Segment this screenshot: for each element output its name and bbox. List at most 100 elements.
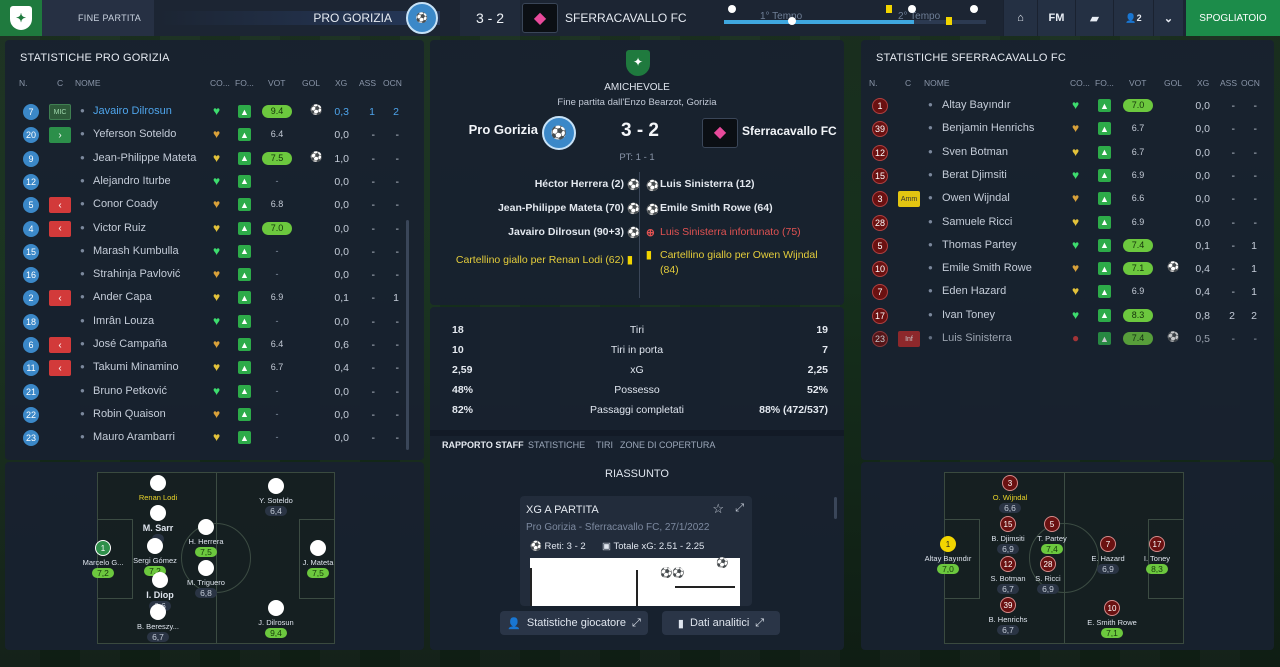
player-name[interactable]: Samuele Ricci — [942, 216, 1012, 228]
player-name[interactable]: Marash Kumbulla — [93, 245, 179, 257]
col-condition[interactable]: CO... — [210, 78, 230, 88]
col-name[interactable]: NOME — [924, 78, 950, 88]
tab-statistiche[interactable]: STATISTICHE — [528, 440, 585, 450]
table-row[interactable]: 23 ● Mauro Arambarri ♥ ▲ - 0,0 - - — [5, 427, 424, 449]
player-name[interactable]: Eden Hazard — [942, 285, 1006, 297]
users-count[interactable]: 👤 2 — [1113, 0, 1153, 36]
col-xg[interactable]: XG — [1197, 78, 1209, 88]
table-row[interactable]: 23 Inf ● Luis Sinisterra ● ▲ 7.4 ⚽ 0,5 - - — [861, 328, 1274, 350]
scrollbar[interactable] — [406, 220, 409, 450]
player-name[interactable]: Yeferson Soteldo — [93, 128, 176, 140]
player-name[interactable]: Alejandro Iturbe — [93, 175, 171, 187]
table-row[interactable]: 12 ● Sven Botman ♥ ▲ 6.7 0,0 - - — [861, 142, 1274, 164]
table-row[interactable]: 2 ‹ ● Ander Capa ♥ ▲ 6.9 0,1 - 1 — [5, 287, 424, 309]
home-icon[interactable]: ⌂ — [1003, 0, 1037, 36]
chevron-down-icon[interactable]: ⌄ — [1153, 0, 1183, 36]
expand-icon[interactable]: ⤢ — [735, 502, 744, 515]
player-name[interactable]: Sven Botman — [942, 146, 1008, 158]
table-row[interactable]: 22 ● Robin Quaison ♥ ▲ - 0,0 - - — [5, 404, 424, 426]
player-name[interactable]: José Campaña — [93, 338, 167, 350]
player-name[interactable]: Luis Sinisterra — [942, 332, 1012, 344]
analytics-button[interactable]: ▮ Dati analitici ⤢ — [662, 611, 780, 635]
col-name[interactable]: NOME — [75, 78, 101, 88]
player-name[interactable]: Jean-Philippe Mateta — [93, 152, 196, 164]
player-name[interactable]: Victor Ruiz — [93, 222, 146, 234]
player-name[interactable]: Berat Djimsiti — [942, 169, 1007, 181]
col-c[interactable]: C — [57, 78, 63, 88]
player-name[interactable]: Takumi Minamino — [93, 361, 179, 373]
pitch-player[interactable]: 17 I. Toney 8,3 — [1122, 536, 1192, 575]
pitch-player[interactable]: B. Bereszy... 6,7 — [123, 604, 193, 643]
table-row[interactable]: 5 ● Thomas Partey ♥ ▲ 7.4 0,1 - 1 — [861, 235, 1274, 257]
table-row[interactable]: 20 › ● Yeferson Soteldo ♥ ▲ 6.4 0,0 - - — [5, 124, 424, 146]
table-row[interactable]: 17 ● Ivan Toney ♥ ▲ 8.3 0,8 2 2 — [861, 305, 1274, 327]
player-name[interactable]: Benjamin Henrichs — [942, 122, 1034, 134]
col-rating[interactable]: VOT — [268, 78, 285, 88]
col-form[interactable]: FO... — [235, 78, 254, 88]
player-name[interactable]: Ivan Toney — [942, 309, 995, 321]
player-name[interactable]: Ander Capa — [93, 291, 152, 303]
tab-rapporto-staff[interactable]: RAPPORTO STAFF — [442, 440, 524, 450]
player-name[interactable]: Emile Smith Rowe — [942, 262, 1032, 274]
col-chances[interactable]: OCN — [383, 78, 402, 88]
pitch-player[interactable]: Renan Lodi — [123, 475, 193, 502]
transfer-icon[interactable]: ▰ — [1075, 0, 1113, 36]
table-row[interactable]: 5 ‹ ● Conor Coady ♥ ▲ 6.8 0,0 - - — [5, 194, 424, 216]
col-xg[interactable]: XG — [335, 78, 347, 88]
table-row[interactable]: 15 ● Berat Djimsiti ♥ ▲ 6.9 0,0 - - — [861, 165, 1274, 187]
table-row[interactable]: 12 ● Alejandro Iturbe ♥ ▲ - 0,0 - - — [5, 171, 424, 193]
table-row[interactable]: 21 ● Bruno Petković ♥ ▲ - 0,0 - - — [5, 381, 424, 403]
col-condition[interactable]: CO... — [1070, 78, 1090, 88]
pitch-player[interactable]: J. Dilrosun 9,4 — [241, 600, 311, 639]
pitch-player[interactable]: J. Mateta 7,5 — [283, 540, 353, 579]
col-assists[interactable]: ASS — [1220, 78, 1237, 88]
player-name[interactable]: Owen Wijndal — [942, 192, 1010, 204]
col-goals[interactable]: GOL — [302, 78, 320, 88]
col-goals[interactable]: GOL — [1164, 78, 1182, 88]
pitch-player[interactable]: 3 O. Wijndal 6,6 — [975, 475, 1045, 514]
table-row[interactable]: 39 ● Benjamin Henrichs ♥ ▲ 6.7 0,0 - - — [861, 118, 1274, 140]
player-name[interactable]: Javairo Dilrosun — [93, 105, 172, 117]
tab-tiri[interactable]: TIRI — [596, 440, 613, 450]
col-chances[interactable]: OCN — [1241, 78, 1260, 88]
match-timeline[interactable]: 1° Tempo 2° Tempo — [718, 3, 993, 33]
table-row[interactable]: 15 ● Marash Kumbulla ♥ ▲ - 0,0 - - — [5, 241, 424, 263]
table-row[interactable]: 7 MIC ● Javairo Dilrosun ♥ ▲ 9.4 ⚽ 0,3 1 2 — [5, 101, 424, 123]
table-row[interactable]: 10 ● Emile Smith Rowe ♥ ▲ 7.1 ⚽ 0,4 - 1 — [861, 258, 1274, 280]
player-name[interactable]: Robin Quaison — [93, 408, 166, 420]
pitch-player[interactable]: Y. Soteldo 6,4 — [241, 478, 311, 517]
table-row[interactable]: 7 ● Eden Hazard ♥ ▲ 6.9 0,4 - 1 — [861, 281, 1274, 303]
col-rating[interactable]: VOT — [1129, 78, 1146, 88]
col-n[interactable]: N. — [869, 78, 878, 88]
table-row[interactable]: 1 ● Altay Bayındır ♥ ▲ 7.0 0,0 - - — [861, 95, 1274, 117]
star-icon[interactable]: ☆ — [712, 501, 724, 517]
table-row[interactable]: 18 ● Imrân Louza ♥ ▲ - 0,0 - - — [5, 311, 424, 333]
table-row[interactable]: 3 Amm ● Owen Wijndal ♥ ▲ 6.6 0,0 - - — [861, 188, 1274, 210]
table-row[interactable]: 16 ● Strahinja Pavlović ♥ ▲ - 0,0 - - — [5, 264, 424, 286]
player-name[interactable]: Mauro Arambarri — [93, 431, 175, 443]
club-crest[interactable]: ✦ — [0, 0, 42, 36]
fm-button[interactable]: FM — [1037, 0, 1075, 36]
col-assists[interactable]: ASS — [359, 78, 376, 88]
table-row[interactable]: 28 ● Samuele Ricci ♥ ▲ 6.9 0,0 - - — [861, 212, 1274, 234]
pitch-player[interactable]: 39 B. Henrichs 6,7 — [973, 597, 1043, 636]
player-name[interactable]: Imrân Louza — [93, 315, 154, 327]
player-name[interactable]: Thomas Partey — [942, 239, 1017, 251]
col-form[interactable]: FO... — [1095, 78, 1114, 88]
pitch-player[interactable]: 10 E. Smith Rowe 7,1 — [1077, 600, 1147, 639]
col-n[interactable]: N. — [19, 78, 28, 88]
player-stats-button[interactable]: 👤 Statistiche giocatore ⤢ — [500, 611, 648, 635]
table-row[interactable]: 9 ● Jean-Philippe Mateta ♥ ▲ 7.5 ⚽ 1,0 - - — [5, 148, 424, 170]
player-name[interactable]: Altay Bayındır — [942, 99, 1010, 111]
player-name[interactable]: Strahinja Pavlović — [93, 268, 180, 280]
pitch-player[interactable]: 28 S. Ricci 6,9 — [1013, 556, 1083, 595]
col-c[interactable]: C — [905, 78, 911, 88]
player-name[interactable]: Conor Coady — [93, 198, 158, 210]
table-row[interactable]: 4 ‹ ● Victor Ruiz ♥ ▲ 7.0 0,0 - - — [5, 218, 424, 240]
table-row[interactable]: 11 ‹ ● Takumi Minamino ♥ ▲ 6.7 0,4 - - — [5, 357, 424, 379]
spogliatoio-button[interactable]: SPOGLIATOIO — [1186, 0, 1280, 36]
player-name[interactable]: Bruno Petković — [93, 385, 167, 397]
scrollbar[interactable] — [834, 497, 837, 519]
table-row[interactable]: 6 ‹ ● José Campaña ♥ ▲ 6.4 0,6 - - — [5, 334, 424, 356]
tab-zone-di-copertura[interactable]: ZONE DI COPERTURA — [620, 440, 715, 450]
